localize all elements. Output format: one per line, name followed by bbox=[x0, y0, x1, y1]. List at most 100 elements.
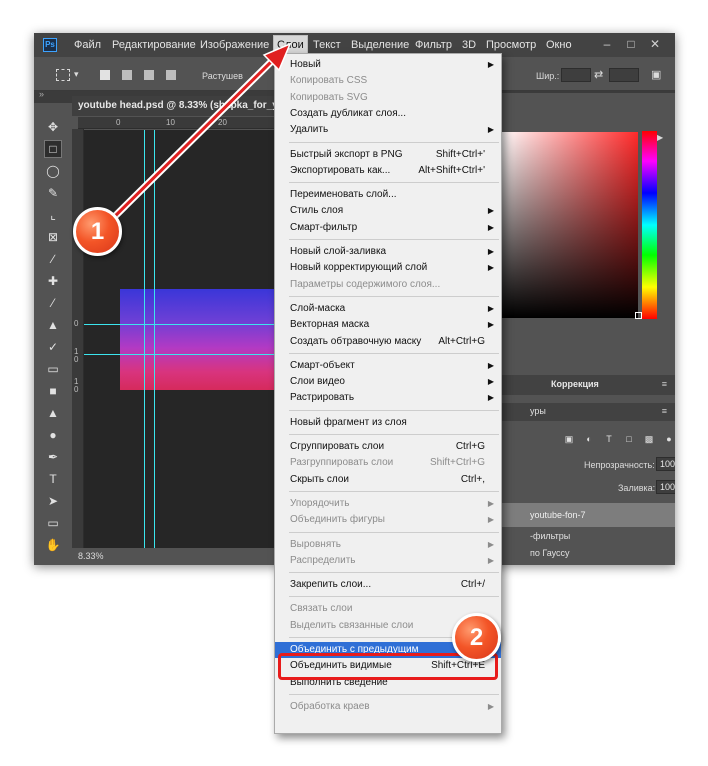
menu-item[interactable]: Экспортировать как... Alt+Shift+Ctrl+' bbox=[275, 163, 501, 179]
chevron-down-icon[interactable]: ▾ bbox=[74, 69, 79, 80]
panel-menu-icon[interactable]: ≡ bbox=[662, 379, 667, 389]
healing-tool-icon[interactable]: ✚ bbox=[45, 273, 61, 289]
menu-item[interactable]: Новый корректирующий слой ▶ bbox=[275, 260, 501, 276]
menu-item[interactable]: Создать обтравочную маску Alt+Ctrl+G bbox=[275, 334, 501, 350]
path-select-tool-icon[interactable]: ➤ bbox=[45, 493, 61, 509]
menu-item-shortcut: Alt+Shift+Ctrl+' bbox=[418, 164, 485, 176]
quick-select-tool-icon[interactable]: ✎ bbox=[45, 185, 61, 201]
menu-item[interactable]: Стиль слоя ▶ bbox=[275, 203, 501, 219]
swap-icon[interactable]: ⇄ bbox=[594, 68, 603, 81]
pen-tool-icon[interactable]: ✒ bbox=[45, 449, 61, 465]
hue-slider[interactable] bbox=[642, 131, 657, 319]
rectangle-tool-icon[interactable]: ▭ bbox=[45, 515, 61, 531]
gradient-tool-icon[interactable]: ■ bbox=[45, 383, 61, 399]
width-label: Шир.: bbox=[536, 71, 560, 81]
image-filter-icon[interactable]: ▣ bbox=[564, 434, 574, 444]
crop-tool-icon[interactable]: ⌞ bbox=[45, 207, 61, 223]
type-tool-icon[interactable]: T bbox=[45, 471, 61, 487]
menu-item[interactable]: Новый слой-заливка ▶ bbox=[275, 244, 501, 260]
menu-separator bbox=[289, 239, 499, 240]
panel-menu-icon[interactable]: ≡ bbox=[662, 406, 667, 416]
menu-item[interactable]: Скрыть слои Ctrl+, bbox=[275, 472, 501, 488]
maximize-icon[interactable]: □ bbox=[624, 37, 638, 51]
brush-tool-icon[interactable]: ⁄ bbox=[45, 295, 61, 311]
menu-edit[interactable]: Редактирование bbox=[112, 39, 196, 51]
menu-item[interactable]: Смарт-фильтр ▶ bbox=[275, 220, 501, 236]
menu-item-label: Связать слои bbox=[290, 603, 353, 615]
menu-item[interactable]: Закрепить слои... Ctrl+/ bbox=[275, 577, 501, 593]
width-field[interactable] bbox=[561, 68, 591, 82]
menu-item[interactable]: Переименовать слой... bbox=[275, 187, 501, 203]
minimize-icon[interactable]: – bbox=[600, 37, 614, 51]
menu-item-label: Создать дубликат слоя... bbox=[290, 107, 406, 119]
menu-separator bbox=[289, 596, 499, 598]
intersect-selection-icon[interactable] bbox=[166, 70, 176, 80]
menu-item-label: Закрепить слои... bbox=[290, 579, 372, 591]
menu-image[interactable]: Изображение bbox=[200, 39, 269, 51]
blur-tool-icon[interactable]: ▲ bbox=[45, 405, 61, 421]
menu-item-label: Параметры содержимого слоя... bbox=[290, 278, 441, 290]
menu-filter[interactable]: Фильтр bbox=[415, 39, 452, 51]
tab-layers-partial[interactable]: уры bbox=[530, 406, 546, 416]
opacity-field[interactable]: 100% bbox=[656, 457, 675, 471]
adjust-filter-icon[interactable]: ◐ bbox=[584, 434, 594, 444]
layer-name: youtube-fon-7 bbox=[530, 510, 586, 520]
layer-effect-label: по Гауссу bbox=[530, 548, 570, 558]
menu-view[interactable]: Просмотр bbox=[486, 39, 536, 51]
close-icon[interactable]: ✕ bbox=[648, 37, 662, 51]
expand-arrows-icon[interactable]: » bbox=[39, 89, 44, 99]
menu-item[interactable]: Растрировать ▶ bbox=[275, 390, 501, 406]
move-tool-icon[interactable]: ✥ bbox=[45, 119, 61, 135]
ruler-vertical: 0 1 0 1 0 bbox=[72, 129, 84, 549]
menu-item[interactable]: Смарт-объект ▶ bbox=[275, 358, 501, 374]
submenu-arrow-icon: ▶ bbox=[487, 701, 494, 711]
stamp-tool-icon[interactable]: ▲ bbox=[45, 317, 61, 333]
color-picker-field[interactable] bbox=[500, 132, 638, 318]
menu-select[interactable]: Выделение bbox=[351, 39, 409, 51]
menu-item-label: Слой-маска bbox=[290, 302, 346, 314]
guide-line[interactable] bbox=[154, 130, 155, 549]
marquee-tool-icon[interactable]: □ bbox=[44, 140, 62, 158]
workspace-icon[interactable]: ▣ bbox=[651, 68, 661, 81]
menu-item[interactable]: Слой-маска ▶ bbox=[275, 301, 501, 317]
new-selection-icon[interactable] bbox=[100, 70, 110, 80]
menu-item[interactable]: Быстрый экспорт в PNG Shift+Ctrl+' bbox=[275, 147, 501, 163]
eyedropper-tool-icon[interactable]: ∕ bbox=[45, 251, 61, 267]
height-field[interactable] bbox=[609, 68, 639, 82]
menu-item-shortcut: Alt+Ctrl+G bbox=[438, 335, 485, 347]
guide-line[interactable] bbox=[144, 130, 145, 549]
menu-item[interactable]: Сгруппировать слои Ctrl+G bbox=[275, 439, 501, 455]
filter-toggle-icon[interactable]: ● bbox=[664, 434, 674, 444]
history-brush-tool-icon[interactable]: ✓ bbox=[45, 339, 61, 355]
subtract-selection-icon[interactable] bbox=[144, 70, 154, 80]
feather-label: Растушев bbox=[202, 71, 243, 81]
menu-3d[interactable]: 3D bbox=[462, 39, 476, 51]
frame-tool-icon[interactable]: ⊠ bbox=[45, 229, 61, 245]
lasso-tool-icon[interactable]: ◯ bbox=[45, 163, 61, 179]
menu-item[interactable]: Слои видео ▶ bbox=[275, 374, 501, 390]
marquee-preset-icon[interactable] bbox=[56, 69, 70, 81]
zoom-level[interactable]: 8.33% bbox=[78, 551, 104, 561]
color-picker-handle[interactable] bbox=[635, 312, 642, 319]
hand-tool-icon[interactable]: ✋ bbox=[45, 537, 61, 553]
menu-item[interactable]: Удалить ▶ bbox=[275, 122, 501, 138]
eraser-tool-icon[interactable]: ▭ bbox=[45, 361, 61, 377]
fill-field[interactable]: 100% bbox=[656, 480, 675, 494]
shape-filter-icon[interactable]: □ bbox=[624, 434, 634, 444]
dodge-tool-icon[interactable]: ● bbox=[45, 427, 61, 443]
smart-filter-icon[interactable]: ▩ bbox=[644, 434, 654, 444]
add-selection-icon[interactable] bbox=[122, 70, 132, 80]
type-filter-icon[interactable]: T bbox=[604, 434, 614, 444]
menu-item[interactable]: Векторная маска ▶ bbox=[275, 317, 501, 333]
menu-file[interactable]: Файл bbox=[74, 39, 101, 51]
tab-correction[interactable]: Коррекция bbox=[551, 379, 599, 389]
layer-row[interactable]: youtube-fon-7 bbox=[500, 503, 675, 527]
menu-layers[interactable]: Слои bbox=[273, 35, 308, 55]
menu-window[interactable]: Окно bbox=[546, 39, 572, 51]
panel-menu-icon[interactable]: ▶ bbox=[657, 133, 663, 142]
menu-item[interactable]: Новый ▶ bbox=[275, 57, 501, 73]
menu-item[interactable]: Создать дубликат слоя... bbox=[275, 106, 501, 122]
menu-text[interactable]: Текст bbox=[313, 39, 341, 51]
menu-item-label: Создать обтравочную маску bbox=[290, 335, 422, 347]
menu-item[interactable]: Новый фрагмент из слоя bbox=[275, 415, 501, 431]
